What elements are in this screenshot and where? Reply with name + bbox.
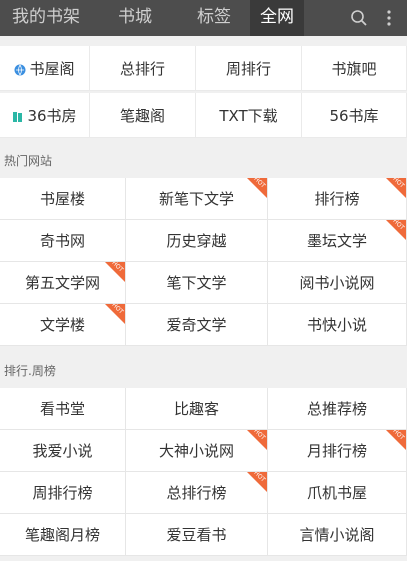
site-label: 阅书小说网 [299,274,375,292]
source-label: 笔趣阁 [119,106,165,125]
hot-badge-text: HOT [252,472,267,484]
site-label: 爪机书屋 [306,484,367,502]
source-label: 56书库 [329,106,379,125]
site-label: 第五文学网 [24,274,100,292]
hot-sites-grid: 书屋楼 新笔下文学 HOT 排行榜 HOT 奇书网 历史穿越 墨坛文学 HOT 第五文学网 HOT 笔… [0,178,407,346]
site-item[interactable]: 比趣客 [126,388,268,430]
site-label: 墨坛文学 [306,232,367,250]
tab-bookstore[interactable]: 书城 [92,0,178,36]
site-label: 总排行榜 [166,484,227,502]
site-label: 新笔下文学 [158,190,234,208]
tab-bookshelf[interactable]: 我的书架 [0,0,92,36]
site-label: 比趣客 [173,400,219,418]
site-item[interactable]: 我爱小说 [0,430,126,472]
site-item[interactable]: 文学楼 HOT [0,304,126,346]
hot-badge-text: HOT [391,430,406,442]
site-label: 书屋楼 [39,190,85,208]
hot-badge: HOT [386,430,406,450]
site-label: 大神小说网 [158,442,234,460]
hot-badge-text: HOT [391,220,406,232]
source-label: 总排行 [119,59,165,78]
hot-badge: HOT [386,220,406,240]
source-item[interactable]: 书旗吧 [302,46,407,91]
hot-badge: HOT [247,472,267,492]
site-label: 我爱小说 [32,442,93,460]
site-label: 月排行榜 [306,442,367,460]
site-label: 周排行榜 [32,484,93,502]
site-label: 文学楼 [39,316,85,334]
site-label: 书快小说 [306,316,367,334]
rank-grid: 看书堂 比趣客 总推荐榜我爱小说 大神小说网 HOT 月排行榜 HOT 周排行榜 总排行榜 HOT… [0,388,407,556]
source-item[interactable]: 周排行 [196,46,302,91]
site-item[interactable]: 书快小说 [268,304,407,346]
section-title-hot-sites: 热门网站 [4,154,53,168]
source-item[interactable]: 36书房 [0,93,90,138]
site-item[interactable]: 墨坛文学 HOT [268,220,407,262]
site-label: 爱奇文学 [166,316,227,334]
source-item[interactable]: 笔趣阁 [90,93,196,138]
site-label: 排行榜 [314,190,360,208]
more-vertical-icon[interactable] [377,0,401,36]
section-title-rank: 排行.周榜 [4,364,56,378]
site-item[interactable]: 历史穿越 [126,220,268,262]
site-label: 历史穿越 [166,232,227,250]
site-item[interactable]: 阅书小说网 [268,262,407,304]
site-label: 言情小说阁 [299,526,375,544]
hot-badge-text: HOT [252,430,267,442]
search-icon[interactable] [344,0,374,36]
site-item[interactable]: 爱豆看书 [126,514,268,556]
hot-badge: HOT [105,262,125,282]
source-item[interactable]: 书屋阁 [0,46,90,91]
source-label: 36书房 [27,106,77,125]
site-label: 看书堂 [39,400,85,418]
site-label: 笔趣阁月榜 [24,526,100,544]
site-item[interactable]: 书屋楼 [0,178,126,220]
source-item[interactable]: 56书库 [302,93,407,138]
sources-grid-row2: 36书房 笔趣阁 TXT下载 56书库 [0,93,407,138]
globe-icon [14,62,26,76]
site-label: 总推荐榜 [306,400,367,418]
hot-badge-text: HOT [110,304,125,316]
hot-badge-text: HOT [110,262,125,274]
source-item[interactable]: TXT下载 [196,93,302,138]
hot-badge-text: HOT [252,178,267,190]
site-label: 奇书网 [39,232,85,250]
site-item[interactable]: 排行榜 HOT [268,178,407,220]
tab-all-web[interactable]: 全网 [250,0,304,36]
hot-badge: HOT [247,178,267,198]
hot-badge: HOT [247,430,267,450]
site-item[interactable]: 笔下文学 [126,262,268,304]
site-item[interactable]: 第五文学网 HOT [0,262,126,304]
sources-grid: 书屋阁 总排行 周排行 书旗吧 [0,46,407,91]
site-item[interactable]: 大神小说网 HOT [126,430,268,472]
site-item[interactable]: 周排行榜 [0,472,126,514]
site-item[interactable]: 新笔下文学 HOT [126,178,268,220]
source-label: 书旗吧 [331,59,377,78]
book-icon [12,109,24,122]
site-label: 笔下文学 [166,274,227,292]
hot-badge: HOT [386,178,406,198]
site-item[interactable]: 奇书网 [0,220,126,262]
hot-badge: HOT [105,304,125,324]
source-label: 周排行 [225,59,271,78]
top-tab-bar: 我的书架 书城 标签 全网 [0,0,407,36]
site-item[interactable]: 爱奇文学 [126,304,268,346]
hot-badge-text: HOT [391,178,406,190]
site-item[interactable]: 总推荐榜 [268,388,407,430]
site-item[interactable]: 言情小说阁 [268,514,407,556]
tab-tags[interactable]: 标签 [178,0,250,36]
site-item[interactable]: 看书堂 [0,388,126,430]
source-label: 书屋阁 [29,59,75,78]
site-item[interactable]: 总排行榜 HOT [126,472,268,514]
site-label: 爱豆看书 [166,526,227,544]
site-item[interactable]: 月排行榜 HOT [268,430,407,472]
site-item[interactable]: 爪机书屋 [268,472,407,514]
site-item[interactable]: 笔趣阁月榜 [0,514,126,556]
source-item[interactable]: 总排行 [90,46,196,91]
source-label: TXT下载 [219,106,278,125]
